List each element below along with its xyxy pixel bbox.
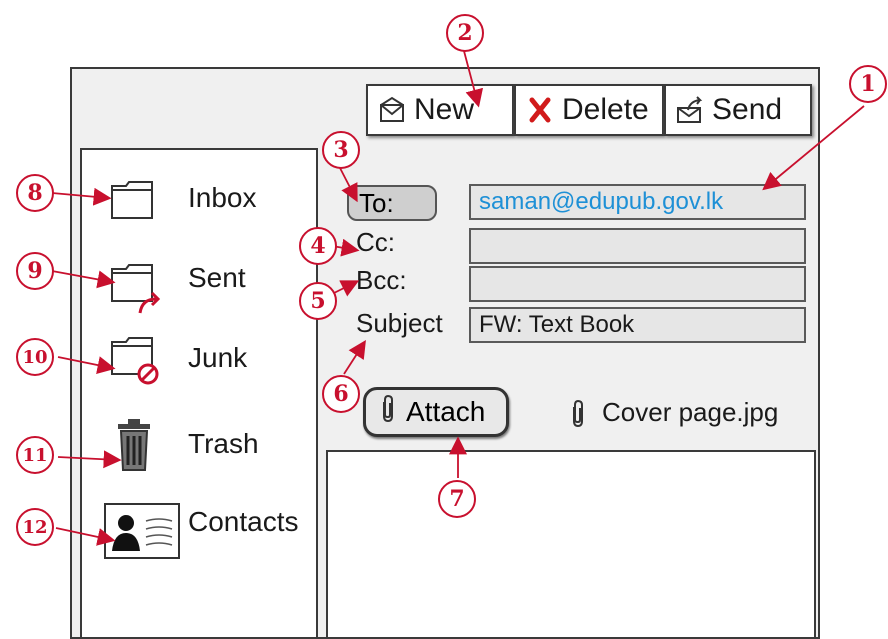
callout-10: 10 <box>16 338 54 376</box>
callout-11: 11 <box>16 436 54 474</box>
callout-2: 2 <box>446 14 484 52</box>
callout-12: 12 <box>16 508 54 546</box>
callout-1: 1 <box>849 65 887 103</box>
callout-5: 5 <box>299 282 337 320</box>
callout-8: 8 <box>16 174 54 212</box>
callout-9: 9 <box>16 252 54 290</box>
callout-arrows <box>51 50 865 546</box>
callout-3: 3 <box>322 131 360 169</box>
callout-4: 4 <box>299 227 337 265</box>
callout-6: 6 <box>322 375 360 413</box>
callout-7: 7 <box>438 480 476 518</box>
